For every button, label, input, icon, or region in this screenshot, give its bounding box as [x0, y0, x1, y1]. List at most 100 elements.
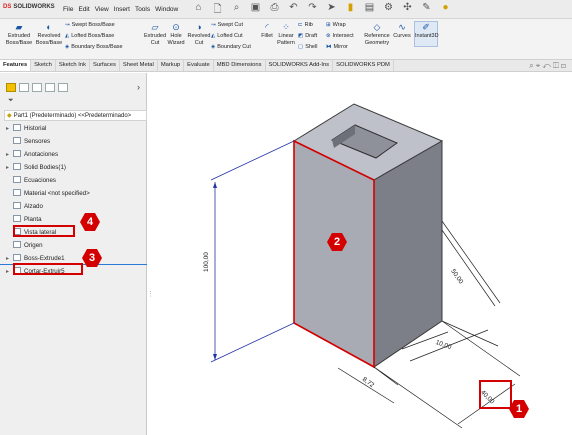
tab-surfaces[interactable]: Surfaces: [90, 60, 120, 71]
feature-manager-panel: › ⏷ ◆ Part1 (Predeterminado) <<Predetermi…: [0, 73, 147, 435]
options-gear-icon[interactable]: ⚙: [382, 2, 395, 19]
extruded-boss-button[interactable]: ▰ Extruded Boss/Base: [4, 22, 34, 46]
revolved-boss-button[interactable]: ◐ Revolved Boss/Base: [35, 22, 63, 46]
tab-features[interactable]: Features: [0, 60, 32, 71]
menu-window[interactable]: Window: [155, 6, 178, 13]
expand-arrow-icon[interactable]: ▸: [6, 125, 13, 132]
shell-icon: ▢: [298, 44, 304, 50]
customize-icon[interactable]: ✣: [401, 2, 414, 19]
add-in-icon[interactable]: ●: [439, 2, 452, 19]
swept-boss-button[interactable]: ↝ Swept Boss/Base: [65, 21, 115, 30]
file-properties-icon[interactable]: ▤: [363, 2, 376, 19]
undo-icon[interactable]: ↶: [287, 2, 300, 19]
wrap-button[interactable]: ⊞ Wrap: [326, 21, 346, 30]
redo-icon[interactable]: ↷: [306, 2, 319, 19]
tree-item-sensores[interactable]: Sensores: [6, 137, 50, 145]
rib-button[interactable]: ⊏ Rib: [298, 21, 313, 30]
pen-icon[interactable]: ✎: [420, 2, 433, 19]
display-manager-tab-icon[interactable]: [58, 83, 68, 92]
property-manager-tab-icon[interactable]: [19, 83, 29, 92]
solidworks-logo: DS SOLIDWORKS: [3, 4, 55, 10]
expand-arrow-icon[interactable]: ▸: [6, 268, 13, 275]
shell-button[interactable]: ▢ Shell: [298, 43, 317, 52]
menu-bar: File Edit View Insert Tools Window: [63, 6, 178, 13]
swept-boss-icon: ↝: [65, 22, 70, 28]
curves-button[interactable]: ∿ Curves: [392, 22, 412, 40]
tree-item-ecuaciones[interactable]: Ecuaciones: [6, 176, 56, 184]
swept-cut-button[interactable]: ↝ Swept Cut: [211, 21, 243, 30]
tab-solidworks-add-ins[interactable]: SOLIDWORKS Add-Ins: [266, 60, 334, 71]
menu-view[interactable]: View: [95, 6, 109, 13]
solid-bodies-icon: [13, 163, 21, 170]
new-document-icon[interactable]: 🗋: [211, 2, 224, 19]
tree-item-origen[interactable]: Origen: [6, 241, 43, 249]
previous-view-icon[interactable]: ⤺: [542, 61, 553, 70]
part-icon: ◆: [7, 113, 12, 119]
lofted-boss-button[interactable]: ◭ Lofted Boss/Base: [65, 32, 114, 41]
filter-icon[interactable]: ⏷: [8, 97, 14, 105]
home-icon[interactable]: ⌂: [192, 2, 205, 19]
tree-item-anotaciones[interactable]: ▸ Anotaciones: [6, 150, 58, 158]
tree-item-boss-extrude1[interactable]: ▸ Boss-Extrude1: [6, 254, 65, 262]
configuration-manager-tab-icon[interactable]: [32, 83, 42, 92]
lofted-cut-button[interactable]: ◭ Lofted Cut: [211, 32, 243, 41]
panel-tabs: [6, 83, 68, 92]
reference-geometry-icon: ◇: [373, 22, 381, 32]
dimxpert-tab-icon[interactable]: [45, 83, 55, 92]
expand-arrow-icon[interactable]: ▸: [6, 255, 13, 262]
history-icon: [13, 124, 21, 131]
linear-pattern-button[interactable]: ⁘ Linear Pattern: [276, 22, 296, 46]
draft-button[interactable]: ◩ Draft: [298, 32, 317, 41]
select-arrow-icon[interactable]: ➤: [325, 2, 338, 19]
panel-expand-arrow-icon[interactable]: ›: [137, 82, 140, 92]
print-icon[interactable]: ⎙: [268, 2, 281, 19]
view-orientation-icon[interactable]: ⊡: [561, 61, 568, 70]
tab-evaluate[interactable]: Evaluate: [184, 60, 214, 71]
feature-manager-tab-icon[interactable]: [6, 83, 16, 92]
tab-solidworks-pdm[interactable]: SOLIDWORKS PDM: [333, 60, 394, 71]
tree-item-planta[interactable]: Planta: [6, 215, 42, 223]
revolved-cut-icon: ◑: [196, 22, 202, 32]
menu-tools[interactable]: Tools: [135, 6, 150, 13]
tab-sketch-ink[interactable]: Sketch Ink: [56, 60, 90, 71]
intersect-button[interactable]: ⊗ Intersect: [326, 32, 354, 41]
tab-sketch[interactable]: Sketch: [31, 60, 56, 71]
revolved-cut-button[interactable]: ◑ Revolved Cut: [187, 22, 211, 46]
boundary-boss-icon: ◈: [65, 44, 70, 50]
fillet-button[interactable]: ◜ Fillet: [258, 22, 276, 40]
tree-item-material[interactable]: Material <not specified>: [6, 189, 90, 197]
tree-item-alzado[interactable]: Alzado: [6, 202, 43, 210]
plane-icon: [13, 202, 21, 209]
open-icon[interactable]: ⌕: [230, 2, 243, 19]
hole-wizard-button[interactable]: ⊙ Hole Wizard: [165, 22, 187, 46]
side-face[interactable]: [373, 140, 443, 368]
dimension-height[interactable]: 100,00: [203, 252, 210, 272]
callout-2: 2: [327, 232, 347, 252]
wrap-icon: ⊞: [326, 22, 331, 28]
reference-geometry-button[interactable]: ◇ Reference Geometry: [362, 22, 392, 46]
menu-edit[interactable]: Edit: [78, 6, 89, 13]
expand-arrow-icon[interactable]: ▸: [6, 164, 13, 171]
mirror-button[interactable]: ⧓ Mirror: [326, 43, 348, 52]
tab-markup[interactable]: Markup: [158, 60, 185, 71]
menu-file[interactable]: File: [63, 6, 73, 13]
highlight-box-vista-lateral: [13, 225, 75, 237]
origin-icon: [13, 241, 21, 248]
expand-arrow-icon[interactable]: ▸: [6, 151, 13, 158]
tab-sheet-metal[interactable]: Sheet Metal: [120, 60, 158, 71]
menu-insert[interactable]: Insert: [114, 6, 130, 13]
boundary-boss-button[interactable]: ◈ Boundary Boss/Base: [65, 43, 123, 52]
tree-item-historial[interactable]: ▸ Historial: [6, 124, 46, 132]
callout-3: 3: [82, 248, 102, 268]
section-view-icon[interactable]: ◫: [553, 61, 561, 70]
extruded-cut-button[interactable]: ▱ Extruded Cut: [143, 22, 167, 46]
instant3d-button[interactable]: ✐ Instant3D: [414, 21, 439, 47]
quick-access-toolbar: ⌂ 🗋 ⌕ ▣ ⎙ ↶ ↷ ➤ ▮ ▤ ⚙ ✣ ✎ ●: [192, 2, 452, 19]
rebuild-icon[interactable]: ▮: [344, 2, 357, 19]
save-icon[interactable]: ▣: [249, 2, 262, 19]
part-root-node[interactable]: ◆ Part1 (Predeterminado) <<Predeterminado…: [4, 110, 147, 121]
tree-item-solid-bodies[interactable]: ▸ Solid Bodies(1): [6, 163, 66, 171]
tab-mbd-dimensions[interactable]: MBD Dimensions: [214, 60, 266, 71]
boundary-cut-button[interactable]: ◈ Boundary Cut: [211, 43, 251, 52]
instant3d-icon: ✐: [422, 22, 430, 32]
